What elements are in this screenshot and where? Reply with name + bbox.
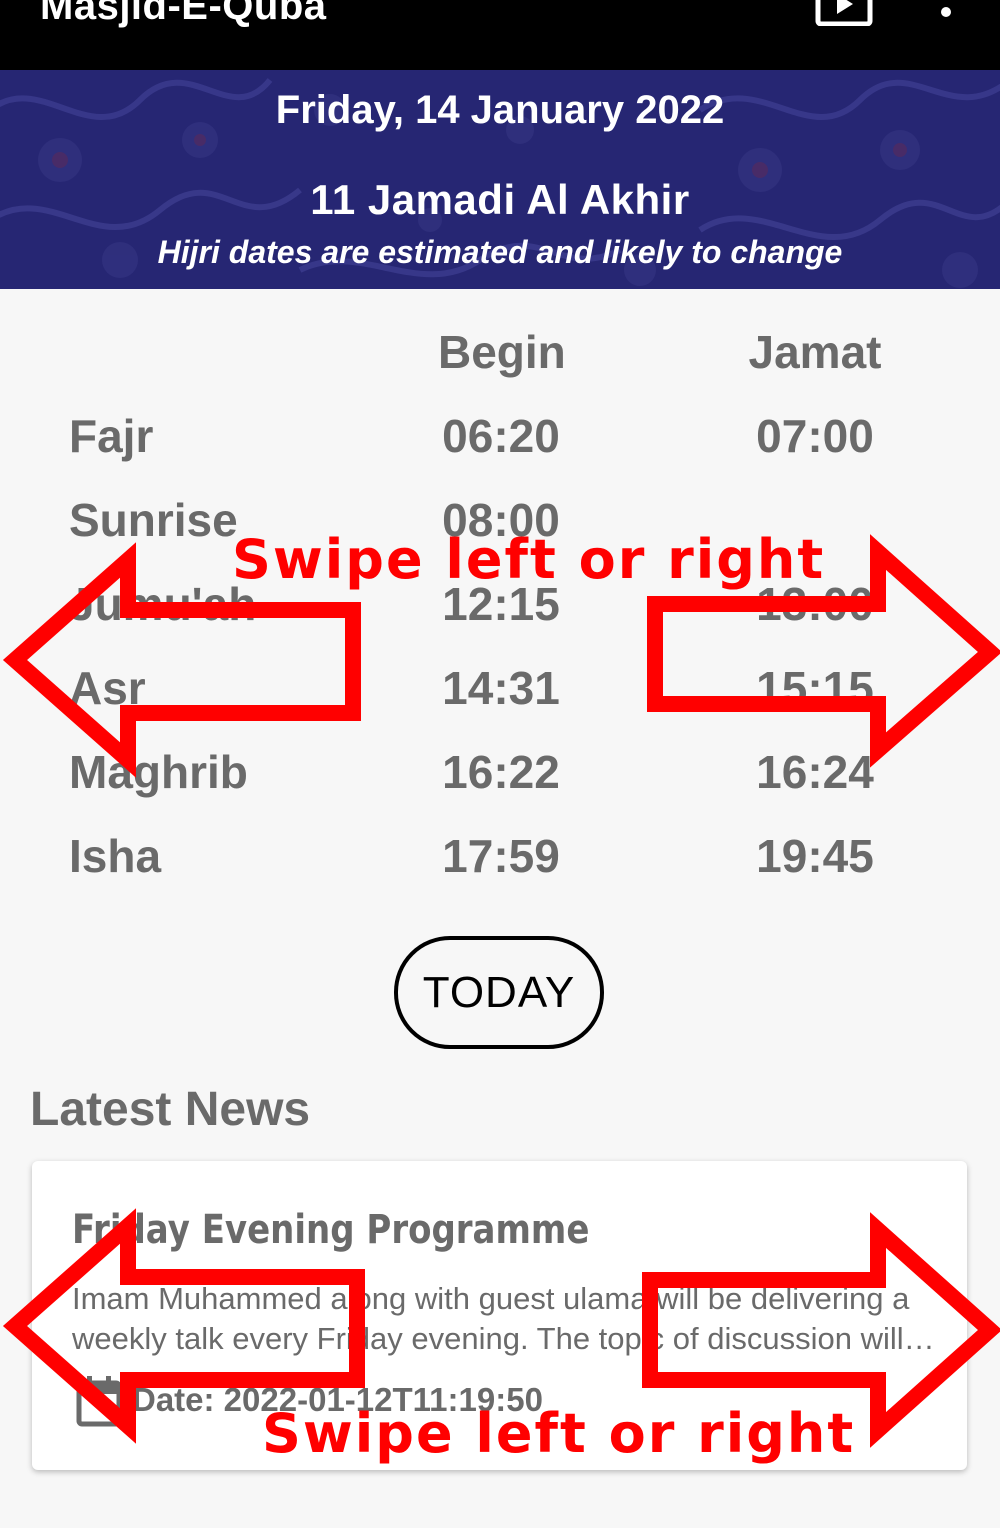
news-title: Friday Evening Programme [72,1207,590,1253]
prayer-row-asr: Asr 14:31 15:15 [0,661,1000,745]
prayer-row-fajr: Fajr 06:20 07:00 [0,409,1000,493]
app-bar: Masjid-E-Quba [0,0,1000,70]
swipe-hint-bottom: Swipe left or right [262,1402,856,1465]
hijri-note: Hijri dates are estimated and likely to … [157,234,843,270]
news-heading: Latest News [30,1083,311,1136]
prayer-name: Maghrib [69,746,248,798]
app-title: Masjid-E-Quba [40,0,327,28]
prayer-name: Isha [69,830,162,882]
begin-time: 06:20 [442,410,560,462]
prayer-row-isha: Isha 17:59 19:45 [0,829,1000,913]
jamat-column-header: Jamat [748,326,882,378]
jamat-time: 16:24 [756,746,874,798]
prayer-name: Jumu'ah [69,578,257,630]
begin-time: 14:31 [442,662,560,714]
calendar-icon [76,1376,122,1427]
jamat-time: 15:15 [756,662,874,714]
begin-column-header: Begin [438,326,566,378]
today-button[interactable]: TODAY [394,936,604,1049]
prayer-name: Sunrise [69,494,238,546]
begin-time: 16:22 [442,746,560,798]
play-video-icon[interactable] [815,0,873,26]
jamat-time: 19:45 [756,830,874,882]
prayer-row-maghrib: Maghrib 16:22 16:24 [0,745,1000,829]
hijri-date: 11 Jamadi Al Akhir [310,176,690,223]
begin-time: 17:59 [442,830,560,882]
date-banner: Friday, 14 January 2022 11 Jamadi Al Akh… [0,70,1000,289]
prayer-name: Asr [69,662,146,714]
prayer-name: Fajr [69,410,154,462]
more-vert-icon[interactable] [938,0,954,26]
swipe-hint-top: Swipe left or right [232,528,826,591]
gregorian-date: Friday, 14 January 2022 [275,88,725,132]
news-body: Imam Muhammed along with guest ulama wil… [72,1281,910,1356]
jamat-time: 07:00 [756,410,874,462]
